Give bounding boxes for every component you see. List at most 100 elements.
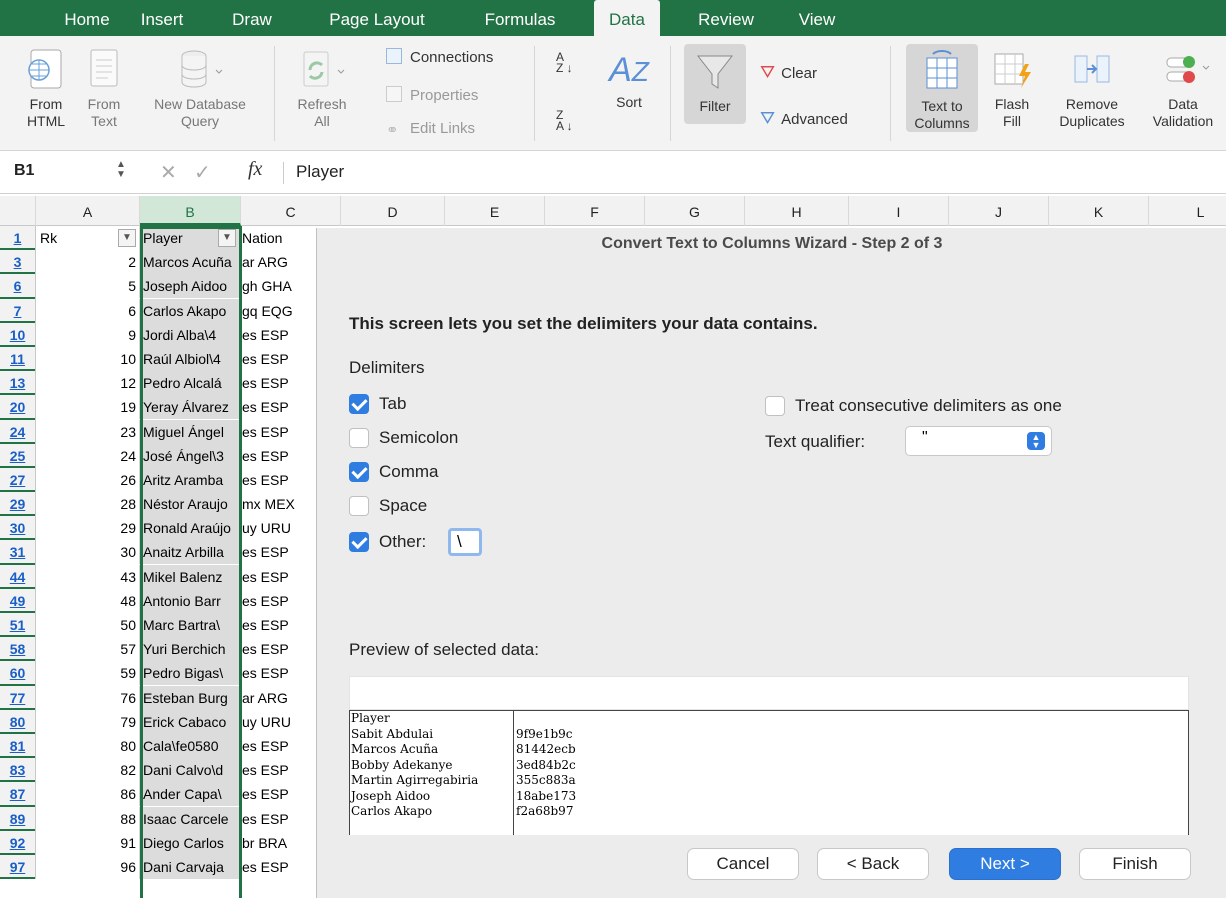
cell-player[interactable]: Joseph Aidoo xyxy=(140,274,240,299)
cell-player[interactable]: Ronald Araújo xyxy=(140,516,240,541)
name-box[interactable]: B1 xyxy=(14,162,34,180)
data-preview-grid[interactable]: Player Sabit Abdulai Marcos Acuña Bobby Ade… xyxy=(349,710,1189,835)
column-header-e[interactable]: E xyxy=(445,196,545,226)
cell-player[interactable]: Aritz Aramba xyxy=(140,467,240,492)
cell-rk[interactable]: 82 xyxy=(36,758,140,783)
column-header-h[interactable]: H xyxy=(745,196,849,226)
cell-nation[interactable]: uy URU xyxy=(240,516,320,540)
cell-rk[interactable]: 23 xyxy=(36,419,140,444)
cell-nation[interactable]: es ESP xyxy=(240,807,320,831)
tab-draw[interactable]: Draw xyxy=(220,0,284,36)
cell-nation[interactable]: es ESP xyxy=(240,371,320,395)
cell-player[interactable]: Raúl Albiol\4 xyxy=(140,346,240,371)
cell-nation[interactable]: uy URU xyxy=(240,710,320,734)
cell-rk[interactable]: 79 xyxy=(36,709,140,734)
row-header[interactable]: 11 xyxy=(0,347,35,372)
new-database-query-button[interactable]: New Database Query xyxy=(140,46,260,130)
cell-nation[interactable]: es ESP xyxy=(240,637,320,661)
from-html-button[interactable]: From HTML xyxy=(14,46,78,130)
cell-nation[interactable]: es ESP xyxy=(240,468,320,492)
cell-player[interactable]: Yuri Berchich xyxy=(140,637,240,662)
cell-nation[interactable]: es ESP xyxy=(240,444,320,468)
cell-player[interactable]: Jordi Alba\4 xyxy=(140,322,240,347)
name-box-stepper-icon[interactable]: ▲ ▼ xyxy=(116,160,126,180)
cell-rk[interactable]: 6 xyxy=(36,298,140,323)
cell-player[interactable]: Isaac Carcele xyxy=(140,806,240,831)
cell-player[interactable]: José Ángel\3 xyxy=(140,443,240,468)
column-header-i[interactable]: I xyxy=(849,196,949,226)
next-button[interactable]: Next > xyxy=(949,848,1061,880)
column-header-k[interactable]: K xyxy=(1049,196,1149,226)
row-header[interactable]: 89 xyxy=(0,807,35,831)
row-header[interactable]: 3 xyxy=(0,250,35,275)
space-checkbox[interactable] xyxy=(349,496,369,516)
preview-column-1[interactable]: Player Sabit Abdulai Marcos Acuña Bobby Ade… xyxy=(350,711,514,835)
cell-rk[interactable]: 5 xyxy=(36,274,140,299)
cell-nation[interactable]: es ESP xyxy=(240,734,320,758)
cell-nation[interactable]: ar ARG xyxy=(240,686,320,710)
confirm-formula-icon[interactable]: ✓ xyxy=(194,160,211,185)
column-header-f[interactable]: F xyxy=(545,196,645,226)
row-header[interactable]: 1 xyxy=(0,226,35,251)
tab-checkbox-row[interactable]: Tab xyxy=(349,394,469,418)
row-header[interactable]: 49 xyxy=(0,589,35,613)
cell-player[interactable]: Carlos Akapo xyxy=(140,298,240,323)
row-header[interactable]: 87 xyxy=(0,782,35,807)
select-all-corner[interactable] xyxy=(0,196,36,226)
sort-button[interactable]: AZ Sort xyxy=(600,46,658,111)
cell-rk[interactable]: 96 xyxy=(36,854,140,879)
cell-nation[interactable]: es ESP xyxy=(240,347,320,371)
finish-button[interactable]: Finish xyxy=(1079,848,1191,880)
from-text-button[interactable]: From Text xyxy=(80,46,128,130)
cell-nation[interactable]: mx MEX xyxy=(240,492,320,516)
semicolon-checkbox[interactable] xyxy=(349,428,369,448)
data-validation-button[interactable]: Data Validation xyxy=(1140,46,1226,130)
cell-rk[interactable]: 2 xyxy=(36,250,140,275)
tab-data[interactable]: Data xyxy=(594,0,660,38)
edit-links-button[interactable]: ⚭ Edit Links xyxy=(386,120,475,139)
cell-rk[interactable]: 59 xyxy=(36,661,140,686)
refresh-all-button[interactable]: Refresh All xyxy=(282,46,362,130)
tab-review[interactable]: Review xyxy=(686,0,766,36)
cell-nation[interactable]: es ESP xyxy=(240,589,320,613)
cell-player[interactable]: Ander Capa\ xyxy=(140,782,240,807)
cell-rk[interactable]: 43 xyxy=(36,564,140,589)
comma-checkbox-row[interactable]: Comma xyxy=(349,462,489,486)
remove-duplicates-button[interactable]: Remove Duplicates xyxy=(1048,46,1136,130)
row-header[interactable]: 31 xyxy=(0,540,35,565)
column-header-d[interactable]: D xyxy=(341,196,445,226)
cell-nation[interactable]: es ESP xyxy=(240,540,320,564)
row-header[interactable]: 29 xyxy=(0,492,35,517)
cell-player[interactable]: Dani Calvo\d xyxy=(140,758,240,783)
tab-view[interactable]: View xyxy=(786,0,848,36)
consecutive-checkbox-row[interactable]: Treat consecutive delimiters as one xyxy=(765,396,1145,420)
comma-checkbox[interactable] xyxy=(349,462,369,482)
tab-page-layout[interactable]: Page Layout xyxy=(322,0,432,36)
advanced-filter-button[interactable]: ⛛ Advanced xyxy=(760,108,848,129)
cell-rk[interactable]: 9 xyxy=(36,322,140,347)
tab-checkbox[interactable] xyxy=(349,394,369,414)
text-qualifier-select[interactable]: " ▲ ▼ xyxy=(905,426,1052,456)
row-header[interactable]: 51 xyxy=(0,613,35,638)
filter-button[interactable]: Filter xyxy=(684,44,746,124)
cell-rk[interactable]: 48 xyxy=(36,588,140,613)
cell-nation[interactable]: Nation xyxy=(240,226,320,250)
clear-filter-button[interactable]: ⛛ Clear xyxy=(760,62,817,83)
row-header[interactable]: 44 xyxy=(0,565,35,589)
cell-rk[interactable]: 88 xyxy=(36,806,140,831)
cell-player[interactable]: Pedro Bigas\ xyxy=(140,661,240,686)
cell-nation[interactable]: es ESP xyxy=(240,613,320,637)
properties-button[interactable]: Properties xyxy=(386,86,478,104)
cell-rk[interactable]: 19 xyxy=(36,395,140,420)
other-delimiter-input[interactable]: \ xyxy=(448,528,482,556)
tab-home[interactable]: Home xyxy=(52,0,122,36)
column-header-j[interactable]: J xyxy=(949,196,1049,226)
row-header[interactable]: 80 xyxy=(0,710,35,734)
cell-nation[interactable]: br BRA xyxy=(240,831,320,855)
column-header-b[interactable]: B xyxy=(140,196,241,226)
cell-player[interactable]: Yeray Álvarez xyxy=(140,395,240,420)
row-header[interactable]: 83 xyxy=(0,758,35,783)
cell-rk[interactable]: 29 xyxy=(36,516,140,541)
row-header[interactable]: 77 xyxy=(0,686,35,710)
cell-nation[interactable]: es ESP xyxy=(240,420,320,444)
